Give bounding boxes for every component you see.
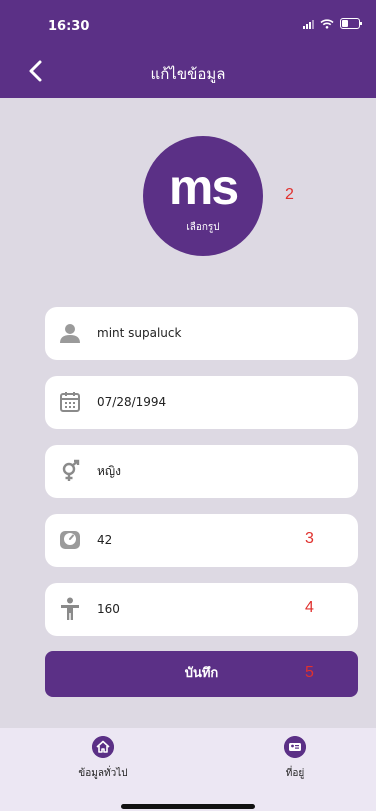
page-title: แก้ไขข้อมูล: [150, 65, 226, 83]
birthdate-field[interactable]: 07/28/1994: [45, 376, 358, 429]
status-icons: [303, 18, 362, 29]
avatar-picker[interactable]: ms เลือกรูป: [143, 136, 263, 256]
gender-value: หญิง: [97, 464, 121, 478]
id-card-icon: [284, 736, 306, 758]
person-icon: [60, 324, 80, 343]
app-header: 16:30 แก้ไขข้อมูล: [0, 0, 376, 98]
scale-icon: [60, 531, 80, 549]
name-value: mint supaluck: [97, 326, 182, 340]
name-field[interactable]: mint supaluck: [45, 307, 358, 360]
weight-value: 42: [97, 533, 113, 547]
gender-field[interactable]: หญิง: [45, 445, 358, 498]
avatar-initials: ms: [168, 159, 239, 215]
tab-address[interactable]: ที่อยู่: [245, 736, 345, 796]
annotation-5: 5: [305, 664, 314, 681]
tab-general-info[interactable]: ข้อมูลทั่วไป: [53, 736, 153, 796]
bottom-navigation: ข้อมูลทั่วไป ที่อยู่: [0, 728, 376, 811]
height-value: 160: [97, 602, 120, 616]
annotation-4: 4: [305, 599, 314, 616]
gender-icon: [62, 459, 80, 481]
body-icon: [61, 597, 79, 620]
annotation-3: 3: [305, 530, 314, 547]
home-indicator: [121, 804, 255, 809]
wifi-icon: [320, 18, 334, 29]
tab-address-label: ที่อยู่: [285, 768, 305, 779]
calendar-icon: [60, 392, 80, 412]
home-icon: [92, 736, 114, 758]
status-time: 16:30: [48, 19, 90, 34]
annotation-2: 2: [285, 186, 294, 203]
choose-photo-label: เลือกรูป: [186, 222, 220, 233]
signal-icon: [303, 19, 314, 29]
battery-icon: [340, 18, 362, 29]
birthdate-value: 07/28/1994: [97, 395, 167, 409]
tab-general-info-label: ข้อมูลทั่วไป: [78, 768, 128, 779]
